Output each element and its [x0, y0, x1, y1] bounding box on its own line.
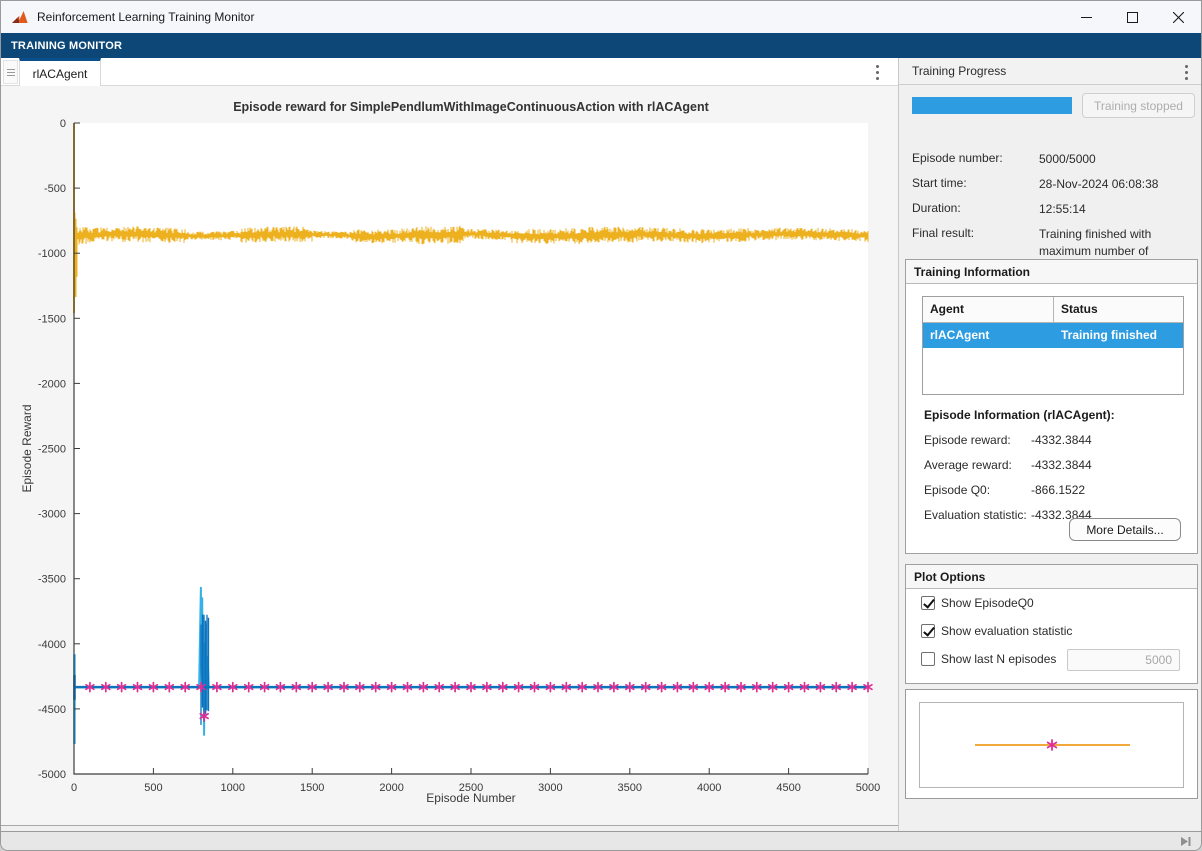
- status-cell: Training finished: [1054, 323, 1164, 348]
- legend-preview-plot: [919, 702, 1184, 788]
- tab-rlacagent[interactable]: rlACAgent: [19, 58, 101, 86]
- svg-text:-1500: -1500: [38, 313, 66, 325]
- tab-options-kebab-icon[interactable]: [870, 62, 884, 82]
- close-button[interactable]: [1155, 1, 1201, 33]
- tab-grip-icon[interactable]: [3, 60, 18, 84]
- episode-reward-chart[interactable]: Episode reward for SimplePendlumWithImag…: [9, 86, 898, 825]
- episode-number-row: Episode number: 5000/5000: [912, 151, 1197, 168]
- svg-text:5000: 5000: [856, 782, 880, 794]
- svg-text:500: 500: [144, 782, 162, 794]
- svg-text:Episode reward for SimplePendl: Episode reward for SimplePendlumWithImag…: [233, 100, 709, 114]
- duration-value: 12:55:14: [1039, 201, 1194, 218]
- svg-text:-500: -500: [44, 183, 66, 195]
- status-column-header: Status: [1054, 297, 1105, 322]
- episode-q0-row: Episode Q0: -866.1522: [924, 483, 1184, 497]
- table-row[interactable]: rlACAgent Training finished: [923, 323, 1183, 348]
- show-episodeq0-checkbox[interactable]: [921, 596, 935, 610]
- svg-text:1000: 1000: [221, 782, 245, 794]
- svg-text:0: 0: [60, 118, 66, 130]
- average-reward-value: -4332.3844: [1031, 458, 1092, 472]
- episode-number-value: 5000/5000: [1039, 151, 1194, 168]
- training-progress-title: Training Progress: [912, 64, 1006, 78]
- toolstrip-tab-training-monitor[interactable]: TRAINING MONITOR: [11, 40, 122, 52]
- agent-table-header: Agent Status: [923, 297, 1183, 323]
- agent-status-table: Agent Status rlACAgent Training finished: [922, 296, 1184, 395]
- svg-text:-5000: -5000: [38, 769, 66, 781]
- svg-text:-3500: -3500: [38, 574, 66, 586]
- legend-preview-graphic: [920, 703, 1183, 787]
- window-title: Reinforcement Learning Training Monitor: [37, 10, 254, 24]
- svg-text:-1000: -1000: [38, 248, 66, 260]
- episode-q0-value: -866.1522: [1031, 483, 1085, 497]
- panel-options-kebab-icon[interactable]: [1179, 62, 1193, 82]
- show-last-n-episodes-checkbox[interactable]: [921, 652, 935, 666]
- svg-text:0: 0: [71, 782, 77, 794]
- svg-text:2500: 2500: [459, 782, 483, 794]
- expand-panel-icon[interactable]: [1179, 835, 1192, 848]
- average-reward-row: Average reward: -4332.3844: [924, 458, 1184, 472]
- episode-reward-row: Episode reward: -4332.3844: [924, 433, 1184, 447]
- show-episodeq0-option: Show EpisodeQ0: [921, 596, 1034, 610]
- episode-reward-value: -4332.3844: [1031, 433, 1092, 447]
- training-stopped-button[interactable]: Training stopped: [1082, 93, 1195, 118]
- start-time-value: 28-Nov-2024 06:08:38: [1039, 176, 1194, 193]
- training-progress-header: Training Progress: [899, 58, 1202, 85]
- plot-options-panel: Plot Options Show EpisodeQ0 Show evaluat…: [905, 564, 1198, 684]
- matlab-logo-icon: [11, 8, 29, 26]
- episode-information-title: Episode Information (rlACAgent):: [924, 408, 1115, 422]
- maximize-button[interactable]: [1109, 1, 1155, 33]
- svg-text:-4000: -4000: [38, 639, 66, 651]
- toolstrip-bar: TRAINING MONITOR: [1, 33, 1201, 58]
- plot-options-header: Plot Options: [906, 565, 1197, 589]
- title-bar: Reinforcement Learning Training Monitor: [1, 1, 1201, 33]
- svg-text:4500: 4500: [776, 782, 800, 794]
- legend-preview-panel: [905, 689, 1198, 799]
- status-bar: [1, 831, 1201, 850]
- training-information-panel: Training Information Agent Status rlACAg…: [905, 259, 1198, 554]
- svg-text:-3000: -3000: [38, 509, 66, 521]
- duration-row: Duration: 12:55:14: [912, 201, 1197, 218]
- svg-text:2000: 2000: [379, 782, 403, 794]
- last-n-episodes-input[interactable]: [1067, 649, 1180, 671]
- svg-text:-2000: -2000: [38, 378, 66, 390]
- agent-cell: rlACAgent: [923, 323, 1054, 348]
- table-empty-area: [923, 348, 1183, 394]
- more-details-button[interactable]: More Details...: [1069, 518, 1181, 541]
- svg-text:4000: 4000: [697, 782, 721, 794]
- app-window: Reinforcement Learning Training Monitor …: [0, 0, 1202, 851]
- svg-text:1500: 1500: [300, 782, 324, 794]
- show-evaluation-statistic-checkbox[interactable]: [921, 624, 935, 638]
- svg-text:3000: 3000: [538, 782, 562, 794]
- training-progress-panel: Training Progress Training stopped Episo…: [898, 58, 1202, 833]
- minimize-button[interactable]: [1063, 1, 1109, 33]
- chart-document-area: Episode reward for SimplePendlumWithImag…: [1, 86, 898, 826]
- svg-text:3500: 3500: [618, 782, 642, 794]
- show-last-n-episodes-option: Show last N episodes: [921, 652, 1056, 666]
- svg-text:-2500: -2500: [38, 444, 66, 456]
- svg-text:-4500: -4500: [38, 704, 66, 716]
- svg-text:Episode Reward: Episode Reward: [20, 404, 34, 492]
- training-progress-fill: [912, 97, 1072, 114]
- start-time-row: Start time: 28-Nov-2024 06:08:38: [912, 176, 1197, 193]
- training-information-header: Training Information: [906, 260, 1197, 284]
- training-progress-bar: [912, 97, 1072, 114]
- document-tab-bar: rlACAgent: [1, 58, 898, 86]
- show-evaluation-statistic-option: Show evaluation statistic: [921, 624, 1072, 638]
- agent-column-header: Agent: [923, 297, 1054, 322]
